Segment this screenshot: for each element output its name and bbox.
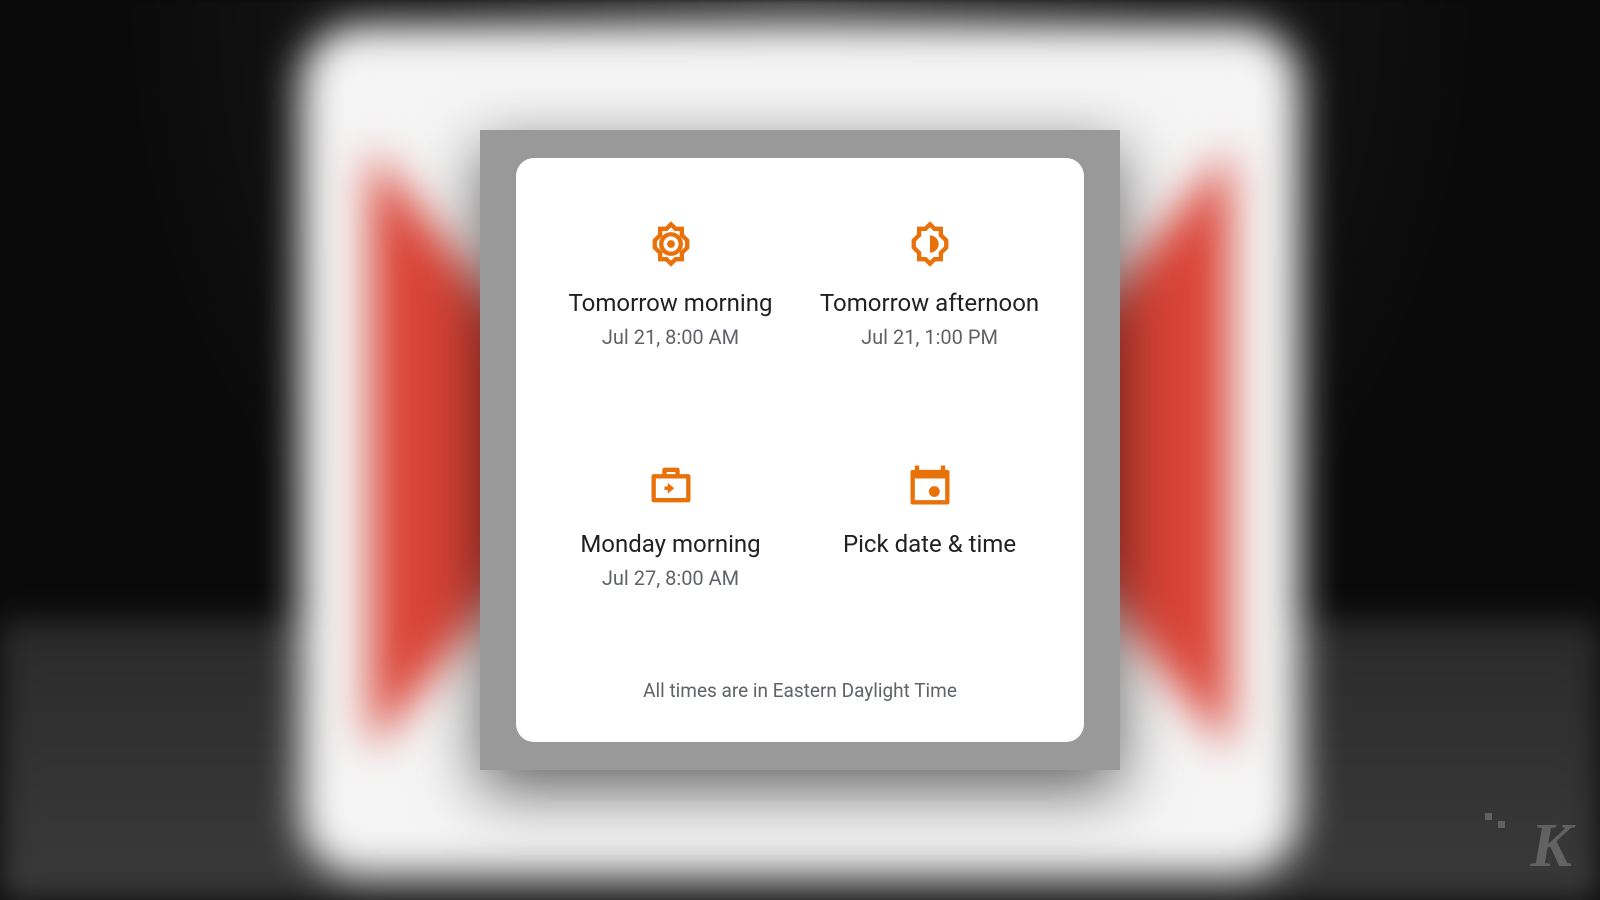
snooze-dialog: Tomorrow morning Jul 21, 8:00 AM Tomorro…	[516, 158, 1084, 742]
option-tomorrow-afternoon[interactable]: Tomorrow afternoon Jul 21, 1:00 PM	[805, 218, 1054, 409]
option-tomorrow-morning[interactable]: Tomorrow morning Jul 21, 8:00 AM	[546, 218, 795, 409]
watermark-logo: K	[1531, 811, 1570, 882]
calendar-event-icon	[904, 459, 956, 511]
option-title: Pick date & time	[843, 529, 1016, 560]
option-subtitle: Jul 27, 8:00 AM	[602, 566, 739, 590]
option-title: Tomorrow morning	[569, 288, 773, 319]
snooze-options-grid: Tomorrow morning Jul 21, 8:00 AM Tomorro…	[546, 208, 1054, 659]
timezone-footer: All times are in Eastern Daylight Time	[546, 659, 1054, 712]
option-monday-morning[interactable]: Monday morning Jul 27, 8:00 AM	[546, 459, 795, 650]
brightness-half-icon	[904, 218, 956, 270]
option-subtitle: Jul 21, 8:00 AM	[602, 325, 739, 349]
brightness-full-icon	[645, 218, 697, 270]
option-pick-date-time[interactable]: Pick date & time	[805, 459, 1054, 650]
watermark-dots	[1485, 821, 1505, 828]
next-week-icon	[645, 459, 697, 511]
option-title: Monday morning	[580, 529, 760, 560]
option-subtitle: Jul 21, 1:00 PM	[861, 325, 998, 349]
option-title: Tomorrow afternoon	[820, 288, 1039, 319]
